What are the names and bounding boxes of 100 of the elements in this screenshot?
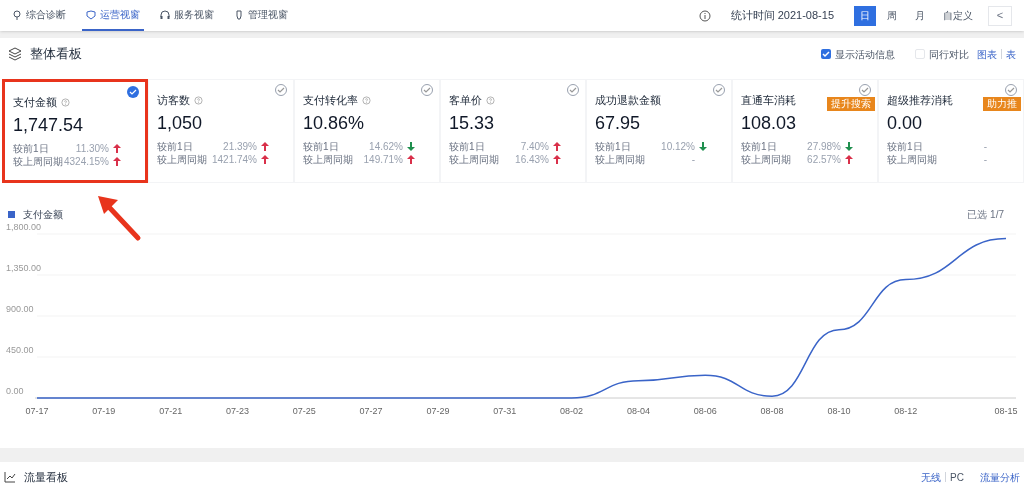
compare-value: 62.57% [807, 152, 841, 167]
y-axis-label: 1,800.00 [6, 222, 42, 232]
compare-value: 7.40% [520, 139, 549, 154]
metric-card[interactable]: 访客数 1,050 较前1日 21.39% 较上周同期 1421.74% [148, 79, 294, 183]
metric-label: 超级推荐消耗 [887, 93, 953, 108]
metric-value: 10.86% [303, 111, 366, 135]
legend-label: 支付金额 [23, 208, 63, 222]
x-axis-label: 08-04 [626, 406, 650, 416]
x-axis-label: 08-12 [894, 406, 918, 416]
compare-label: 较上周同期 [741, 152, 791, 167]
compare-label: 较上周同期 [157, 152, 207, 167]
x-axis-label: 07-19 [92, 406, 116, 416]
annotation-arrow [96, 194, 142, 242]
view-link[interactable]: 表 [1006, 46, 1016, 62]
info-icon [698, 9, 711, 22]
period-tab[interactable]: 月 [908, 5, 932, 26]
compare-label: 较上周同期 [887, 152, 937, 167]
x-axis-label: 07-29 [426, 406, 450, 416]
x-axis-label: 08-06 [693, 406, 717, 416]
compare-label: 较上周同期 [303, 152, 353, 167]
metric-value: 108.03 [741, 111, 798, 135]
compare-label: 较前1日 [887, 139, 923, 154]
compare-value: - [983, 152, 987, 167]
section-title: 整体看板 [30, 45, 82, 64]
compare-label: 较前1日 [595, 139, 631, 154]
compare-label: 较前1日 [449, 139, 485, 154]
x-axis-label: 07-25 [292, 406, 316, 416]
view-link[interactable]: 图表 [977, 46, 997, 62]
compare-value: - [983, 139, 987, 154]
nav-tab[interactable]: 综合诊断 [8, 0, 70, 31]
nav-tab[interactable]: 运营视窗 [82, 0, 144, 31]
pin-icon [12, 9, 22, 20]
metric-value: 1,050 [157, 111, 204, 135]
metric-label: 客单价 [449, 93, 482, 108]
checkbox[interactable] [915, 49, 925, 59]
compare-value: 1421.74% [211, 152, 257, 167]
x-axis-label: 07-27 [359, 406, 383, 416]
compare-label: 较上周同期 [13, 154, 63, 169]
metric-label: 支付金额 [13, 95, 57, 110]
y-axis-label: 450.00 [6, 345, 34, 355]
compare-value: 10.12% [661, 139, 695, 154]
metric-label: 成功退款金额 [595, 93, 661, 108]
metric-card[interactable]: 成功退款金额 67.95 较前1日 10.12% 较上周同期 - [586, 79, 732, 183]
compare-label: 较前1日 [13, 141, 49, 156]
check-icon[interactable] [127, 86, 139, 98]
x-axis-label: 07-23 [225, 406, 249, 416]
compare-label: 较前1日 [741, 139, 777, 154]
compare-label: 较前1日 [157, 139, 193, 154]
period-tab[interactable]: 日 [854, 5, 876, 26]
compare-label: 较上周同期 [595, 152, 645, 167]
y-axis-label: 1,350.00 [6, 263, 42, 273]
stat-time: 统计时间 2021-08-15 [730, 8, 834, 24]
metric-label: 访客数 [157, 93, 190, 108]
compare-value: 14.62% [369, 139, 403, 154]
metric-label: 直通车消耗 [741, 93, 796, 108]
checkbox[interactable] [821, 49, 831, 59]
metric-card[interactable]: 支付转化率 10.86% 较前1日 14.62% 较上周同期 149.71% [294, 79, 440, 183]
compare-value: 21.39% [223, 139, 257, 154]
selected-count: 已选 1/7 [967, 208, 1004, 222]
nav-tab[interactable]: 服务视窗 [156, 0, 218, 31]
y-axis-label: 900.00 [6, 304, 34, 314]
x-axis-label: 07-21 [159, 406, 183, 416]
compare-label: 较上周同期 [449, 152, 499, 167]
line-chart-icon [4, 471, 16, 483]
period-tab[interactable]: 自定义 [936, 5, 980, 26]
layers-icon [8, 47, 22, 61]
x-axis-label: 07-17 [25, 406, 49, 416]
x-axis-label: 08-15 [994, 406, 1018, 416]
metric-card[interactable]: 支付金额 1,747.54 较前1日 11.30% 较上周同期4324.15% [2, 79, 148, 183]
compare-value: 149.71% [363, 152, 403, 167]
traffic-link[interactable]: 无线 [921, 469, 942, 485]
compare-value: 16.43% [515, 152, 549, 167]
x-axis-label: 07-31 [493, 406, 517, 416]
metric-value: 0.00 [887, 111, 924, 135]
nav-tab[interactable]: 管理视窗 [230, 0, 292, 31]
compare-value: - [691, 152, 695, 167]
checkbox-label: 同行对比 [929, 47, 969, 62]
metric-card[interactable]: 直通车消耗 108.03 提升搜索 较前1日 27.98% 较上周同期 62.57% [732, 79, 878, 183]
shield-icon [86, 9, 96, 20]
metric-value: 1,747.54 [13, 113, 85, 137]
metric-card[interactable]: 客单价 15.33 较前1日 7.40% 较上周同期 16.43% [440, 79, 586, 183]
headset-icon [160, 9, 170, 20]
metric-value: 67.95 [595, 111, 642, 135]
x-axis-label: 08-10 [827, 406, 851, 416]
compare-value: 11.30% [75, 141, 109, 156]
checkbox-label: 显示活动信息 [835, 47, 895, 62]
metric-label: 支付转化率 [303, 93, 358, 108]
traffic-link[interactable]: PC [950, 469, 964, 485]
compare-value: 27.98% [807, 139, 841, 154]
traffic-link[interactable]: 流量分析 [980, 469, 1020, 485]
x-axis-label: 08-08 [760, 406, 784, 416]
section-title: 流量看板 [24, 469, 68, 485]
metric-card[interactable]: 超级推荐消耗 0.00 助力推 较前1日 - 较上周同期 - [878, 79, 1024, 183]
x-axis-label: 08-02 [560, 406, 584, 416]
metric-value: 15.33 [449, 111, 496, 135]
compare-label: 较前1日 [303, 139, 339, 154]
y-axis-label: 0.00 [6, 386, 24, 396]
compare-value: 4324.15% [63, 154, 109, 169]
period-tab[interactable]: 周 [880, 5, 904, 26]
back-button[interactable]: < [988, 5, 1012, 26]
